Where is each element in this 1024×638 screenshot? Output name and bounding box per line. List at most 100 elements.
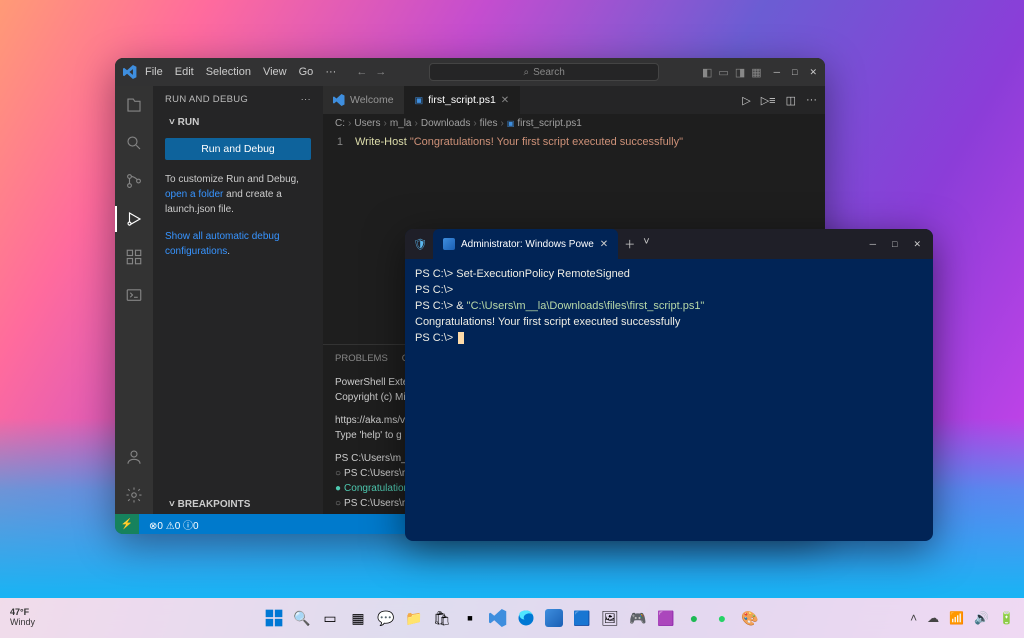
- task-view-icon[interactable]: ▭: [318, 606, 342, 630]
- settings-gear-icon[interactable]: [123, 484, 145, 506]
- toggle-panel-bottom-icon[interactable]: ▭: [718, 66, 728, 79]
- minimize-icon[interactable]: ─: [774, 67, 780, 78]
- terminal-titlebar[interactable]: 🛡 Administrator: Windows Powe ✕ ＋ ˅ ─ □ …: [405, 229, 933, 259]
- search-taskbar-icon[interactable]: 🔍: [290, 606, 314, 630]
- panel-tab-problems[interactable]: PROBLEMS: [335, 353, 388, 364]
- terminal-taskbar-icon[interactable]: ▪: [458, 606, 482, 630]
- breakpoints-section[interactable]: BREAKPOINTS: [153, 495, 323, 514]
- maximize-icon[interactable]: □: [892, 239, 897, 250]
- vscode-titlebar[interactable]: File Edit Selection View Go ··· ← → ⌕ Se…: [115, 58, 825, 86]
- weather-widget[interactable]: 47°F Windy: [10, 608, 35, 628]
- run-debug-sidebar: RUN AND DEBUG··· RUN Run and Debug To cu…: [153, 86, 323, 514]
- search-activity-icon[interactable]: [123, 132, 145, 154]
- run-selection-icon[interactable]: ▷≡: [761, 94, 776, 107]
- extensions-icon[interactable]: [123, 246, 145, 268]
- show-all-configs-link[interactable]: Show all automatic debug configurations: [165, 231, 280, 257]
- system-tray[interactable]: ˄ ☁ 📶 🔊 🔋: [910, 611, 1014, 625]
- onedrive-icon[interactable]: ☁: [927, 611, 939, 625]
- menu-edit[interactable]: Edit: [175, 66, 194, 78]
- edge-icon[interactable]: [514, 606, 538, 630]
- chat-icon[interactable]: 💬: [374, 606, 398, 630]
- battery-icon[interactable]: 🔋: [999, 611, 1014, 625]
- nav-forward-icon[interactable]: →: [375, 66, 386, 78]
- problems-status[interactable]: ⊗0 ⚠0 ⓘ0: [149, 517, 199, 532]
- toggle-panel-left-icon[interactable]: ◧: [702, 66, 712, 79]
- remote-icon[interactable]: ⚡: [115, 514, 139, 534]
- terminal-tab[interactable]: Administrator: Windows Powe ✕: [433, 229, 618, 259]
- terminal-tab-label: Administrator: Windows Powe: [461, 239, 594, 250]
- new-tab-icon[interactable]: ＋: [624, 236, 635, 252]
- vscode-icon: [333, 94, 345, 106]
- vscode-logo-icon: [123, 65, 137, 79]
- menu-more[interactable]: ···: [325, 66, 336, 78]
- photos-icon[interactable]: 🖼: [598, 606, 622, 630]
- breadcrumb[interactable]: C:› Users› m_la› Downloads› files› ▣ fir…: [323, 114, 825, 132]
- run-file-icon[interactable]: ▷: [742, 94, 750, 107]
- customize-text: To customize Run and Debug, open a folde…: [153, 166, 323, 223]
- explorer-taskbar-icon[interactable]: 📁: [402, 606, 426, 630]
- terminal-window-controls: ─ □ ✕: [858, 239, 933, 250]
- whatsapp-icon[interactable]: ●: [710, 606, 734, 630]
- run-and-debug-button[interactable]: Run and Debug: [165, 138, 311, 160]
- window-controls: ─ □ ✕: [774, 67, 817, 78]
- source-control-icon[interactable]: [123, 170, 145, 192]
- spotify-icon[interactable]: ●: [682, 606, 706, 630]
- sidebar-title: RUN AND DEBUG···: [153, 86, 323, 113]
- taskbar-icons: 🔍 ▭ ▦ 💬 📁 🛍 ▪ 🟦 🖼 🎮 🟪 ● ● 🎨: [262, 606, 762, 630]
- menu-file[interactable]: File: [145, 66, 163, 78]
- sidebar-more-icon[interactable]: ···: [301, 94, 311, 105]
- store-icon[interactable]: 🛍: [430, 606, 454, 630]
- close-icon[interactable]: ✕: [809, 67, 817, 78]
- app-icon[interactable]: 🟦: [570, 606, 594, 630]
- run-debug-icon[interactable]: [123, 208, 145, 230]
- close-terminal-tab-icon[interactable]: ✕: [600, 239, 608, 250]
- xbox-icon[interactable]: 🎮: [626, 606, 650, 630]
- split-editor-icon[interactable]: ◫: [786, 94, 796, 107]
- tab-dropdown-icon[interactable]: ˅: [643, 236, 649, 252]
- powershell-icon: [443, 238, 455, 250]
- chevron-up-icon[interactable]: ˄: [910, 611, 917, 625]
- powershell-file-icon: ▣: [415, 95, 424, 106]
- clipchamp-icon[interactable]: 🟪: [654, 606, 678, 630]
- line-number: 1: [323, 136, 355, 148]
- menu-go[interactable]: Go: [299, 66, 314, 78]
- editor-tabs: Welcome ▣ first_script.ps1 ✕ ▷ ▷≡ ◫ ···: [323, 86, 825, 114]
- close-tab-icon[interactable]: ✕: [501, 95, 509, 106]
- volume-icon[interactable]: 🔊: [974, 611, 989, 625]
- terminal-output[interactable]: PS C:\> Set-ExecutionPolicy RemoteSigned…: [405, 259, 933, 541]
- toggle-panel-right-icon[interactable]: ◨: [735, 66, 745, 79]
- maximize-icon[interactable]: □: [792, 67, 797, 78]
- minimize-icon[interactable]: ─: [870, 239, 876, 250]
- windows-taskbar[interactable]: 47°F Windy 🔍 ▭ ▦ 💬 📁 🛍 ▪ 🟦 🖼 🎮 🟪 ● ● 🎨 ˄…: [0, 598, 1024, 638]
- search-icon: ⌕: [524, 67, 530, 78]
- wifi-icon[interactable]: 📶: [949, 611, 964, 625]
- search-placeholder: Search: [533, 67, 565, 78]
- powershell-ext-icon[interactable]: [123, 284, 145, 306]
- tab-label: Welcome: [350, 94, 394, 106]
- terminal-cursor: [458, 332, 464, 344]
- windows-terminal-window: 🛡 Administrator: Windows Powe ✕ ＋ ˅ ─ □ …: [405, 229, 933, 541]
- nav-back-icon[interactable]: ←: [356, 66, 367, 78]
- tab-welcome[interactable]: Welcome: [323, 86, 405, 114]
- start-button[interactable]: [262, 606, 286, 630]
- run-section-header[interactable]: RUN: [153, 113, 323, 132]
- nav-arrows: ← →: [356, 66, 386, 78]
- customize-layout-icon[interactable]: ▦: [751, 66, 761, 79]
- menu-bar: File Edit Selection View Go ···: [145, 66, 336, 78]
- more-actions-icon[interactable]: ···: [806, 94, 817, 106]
- menu-selection[interactable]: Selection: [206, 66, 251, 78]
- explorer-icon[interactable]: [123, 94, 145, 116]
- paint-icon[interactable]: 🎨: [738, 606, 762, 630]
- vscode-taskbar-icon[interactable]: [486, 606, 510, 630]
- close-icon[interactable]: ✕: [913, 239, 921, 250]
- layout-controls: ◧ ▭ ◨ ▦: [702, 66, 762, 79]
- admin-shield-icon: 🛡: [413, 238, 427, 251]
- menu-view[interactable]: View: [263, 66, 287, 78]
- accounts-icon[interactable]: [123, 446, 145, 468]
- widgets-icon[interactable]: ▦: [346, 606, 370, 630]
- open-folder-link[interactable]: open a folder: [165, 189, 223, 200]
- search-input[interactable]: ⌕ Search: [429, 63, 659, 81]
- activity-bar: [115, 86, 153, 514]
- powershell-taskbar-icon[interactable]: [542, 606, 566, 630]
- tab-first-script[interactable]: ▣ first_script.ps1 ✕: [405, 86, 521, 114]
